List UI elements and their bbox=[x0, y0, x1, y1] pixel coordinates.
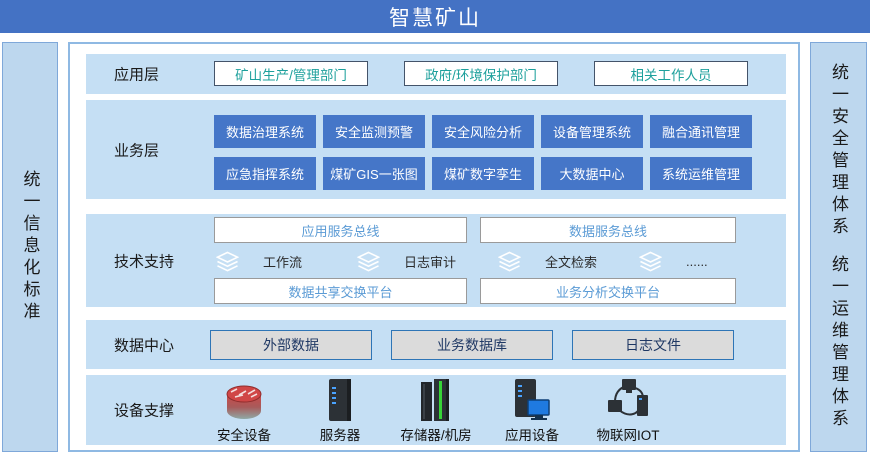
tech-item-label: 日志审计 bbox=[404, 252, 456, 271]
left-pillar-unified-info-standard: 统一信息化标准 bbox=[2, 42, 58, 452]
data-share-exchange-bar: 数据共享交换平台 bbox=[214, 278, 467, 304]
application-box-mine-production: 矿山生产/管理部门 bbox=[214, 61, 368, 86]
tech-item-log-audit: 日志审计 bbox=[357, 247, 498, 275]
smart-mine-architecture-diagram: 智慧矿山 统一信息化标准 统一安全管理体系 统一运维管理体系 应用层 矿山生产/… bbox=[0, 0, 870, 457]
data-service-bus-bar: 数据服务总线 bbox=[480, 217, 736, 243]
application-layer-label: 应用层 bbox=[114, 64, 159, 85]
app-device-icon bbox=[511, 378, 553, 422]
layers-icon bbox=[216, 251, 239, 272]
tech-item-label: 全文检索 bbox=[545, 252, 597, 271]
layers-icon bbox=[498, 251, 521, 272]
title-banner: 智慧矿山 bbox=[0, 0, 870, 33]
device-item-iot: 物联网IOT bbox=[580, 378, 676, 444]
business-layer-label: 业务层 bbox=[114, 139, 159, 160]
application-layer-band: 应用层 矿山生产/管理部门 政府/环境保护部门 相关工作人员 bbox=[86, 54, 786, 94]
right-pillar-label-security: 统一安全管理体系 bbox=[830, 63, 847, 239]
application-boxes: 矿山生产/管理部门 政府/环境保护部门 相关工作人员 bbox=[214, 61, 748, 86]
business-box-emergency-command: 应急指挥系统 bbox=[214, 157, 316, 190]
tech-item-more: ...... bbox=[639, 247, 780, 275]
tech-item-label: ...... bbox=[686, 254, 708, 269]
device-item-server: 服务器 bbox=[292, 378, 388, 444]
device-item-storage: 存储器/机房 bbox=[388, 378, 484, 444]
tech-item-fulltext-search: 全文检索 bbox=[498, 247, 639, 275]
device-item-label: 物联网IOT bbox=[597, 424, 660, 444]
device-item-label: 服务器 bbox=[320, 424, 361, 444]
main-architecture-panel: 应用层 矿山生产/管理部门 政府/环境保护部门 相关工作人员 业务层 数据治理系… bbox=[68, 42, 800, 452]
left-pillar-label: 统一信息化标准 bbox=[22, 170, 39, 324]
data-box-external-data: 外部数据 bbox=[210, 330, 372, 360]
iot-icon bbox=[605, 378, 651, 422]
device-items: 安全设备 服务器 bbox=[196, 378, 676, 444]
data-box-log-files: 日志文件 bbox=[572, 330, 734, 360]
business-analysis-exchange-bar: 业务分析交换平台 bbox=[480, 278, 736, 304]
right-pillar-label-ops: 统一运维管理体系 bbox=[830, 255, 847, 431]
tech-support-label: 技术支持 bbox=[114, 250, 174, 271]
business-layer-band: 业务层 数据治理系统 安全监测预警 安全风险分析 设备管理系统 融合通讯管理 应… bbox=[86, 100, 786, 199]
tech-middle-row: 工作流 日志审计 全文检索 bbox=[216, 247, 780, 275]
layers-icon bbox=[639, 251, 662, 272]
device-item-label: 应用设备 bbox=[505, 424, 559, 444]
business-box-ops-mgmt: 系统运维管理 bbox=[650, 157, 752, 190]
data-center-label: 数据中心 bbox=[114, 334, 174, 355]
data-box-business-db: 业务数据库 bbox=[391, 330, 553, 360]
device-item-app-device: 应用设备 bbox=[484, 378, 580, 444]
application-box-related-staff: 相关工作人员 bbox=[594, 61, 748, 86]
business-box-risk-analysis: 安全风险分析 bbox=[432, 115, 534, 148]
business-box-safety-monitoring: 安全监测预警 bbox=[323, 115, 425, 148]
server-icon bbox=[325, 378, 355, 422]
tech-item-label: 工作流 bbox=[263, 252, 302, 271]
business-box-gis-map: 煤矿GIS一张图 bbox=[323, 157, 425, 190]
business-box-big-data-center: 大数据中心 bbox=[541, 157, 643, 190]
device-item-security: 安全设备 bbox=[196, 378, 292, 444]
device-support-label: 设备支撑 bbox=[114, 400, 174, 421]
app-service-bus-bar: 应用服务总线 bbox=[214, 217, 467, 243]
data-center-band: 数据中心 外部数据 业务数据库 日志文件 bbox=[86, 320, 786, 369]
layers-icon bbox=[357, 251, 380, 272]
business-boxes-row2: 应急指挥系统 煤矿GIS一张图 煤矿数字孪生 大数据中心 系统运维管理 bbox=[214, 157, 752, 190]
business-box-equipment-mgmt: 设备管理系统 bbox=[541, 115, 643, 148]
business-boxes-row1: 数据治理系统 安全监测预警 安全风险分析 设备管理系统 融合通讯管理 bbox=[214, 115, 752, 148]
tech-support-band: 技术支持 应用服务总线 数据服务总线 工作流 bbox=[86, 214, 786, 307]
data-center-boxes: 外部数据 业务数据库 日志文件 bbox=[210, 330, 734, 360]
page-title: 智慧矿山 bbox=[389, 2, 481, 32]
device-item-label: 安全设备 bbox=[217, 424, 271, 444]
business-box-data-governance: 数据治理系统 bbox=[214, 115, 316, 148]
business-box-digital-twin: 煤矿数字孪生 bbox=[432, 157, 534, 190]
firewall-icon bbox=[221, 378, 267, 422]
storage-icon bbox=[418, 378, 454, 422]
application-box-government-env: 政府/环境保护部门 bbox=[404, 61, 558, 86]
device-support-band: 设备支撑 bbox=[86, 375, 786, 445]
right-pillar-unified-systems: 统一安全管理体系 统一运维管理体系 bbox=[810, 42, 867, 452]
device-item-label: 存储器/机房 bbox=[400, 424, 471, 444]
tech-item-workflow: 工作流 bbox=[216, 247, 357, 275]
business-box-comm-mgmt: 融合通讯管理 bbox=[650, 115, 752, 148]
